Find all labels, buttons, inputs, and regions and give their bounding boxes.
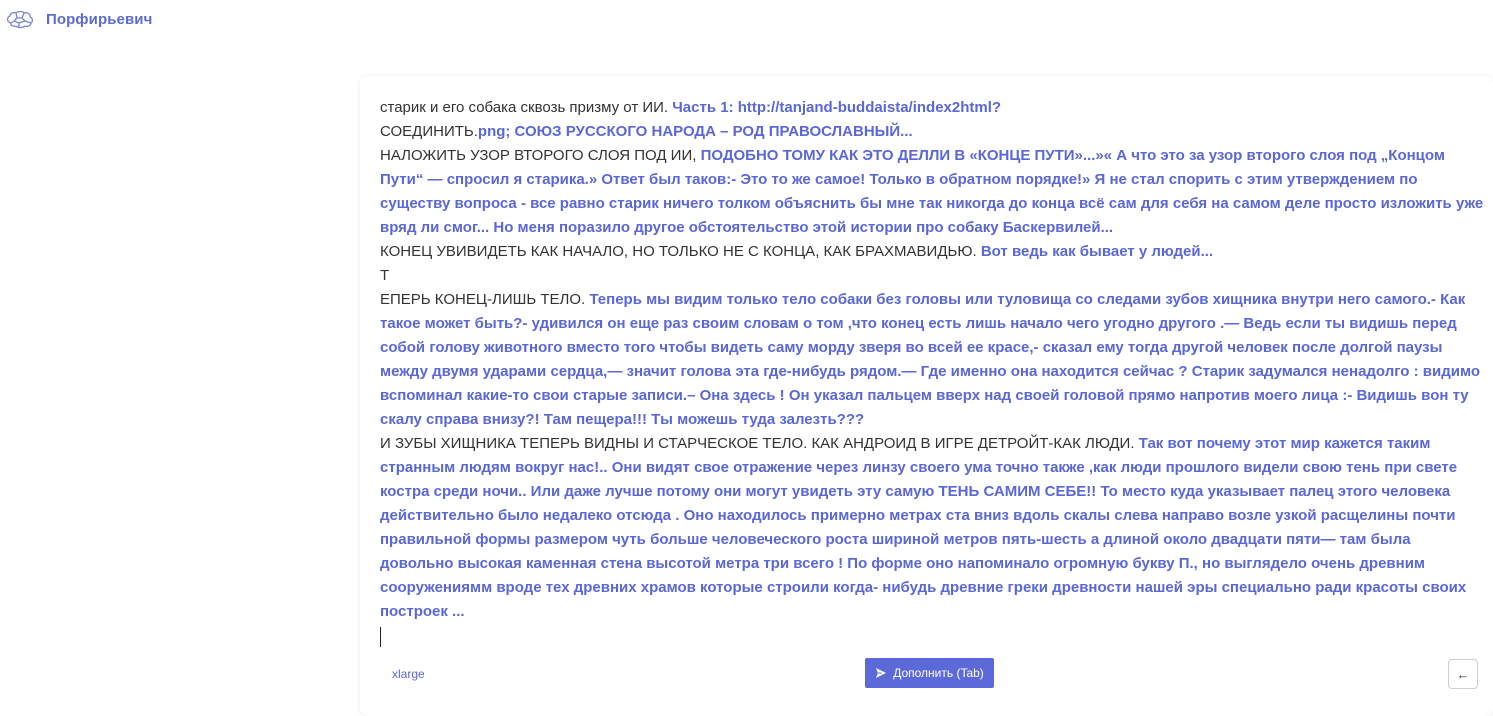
generated-text: png; СОЮЗ РУССКОГО НАРОДА – РОД ПРАВОСЛА… xyxy=(477,123,913,140)
editor-line: НАЛОЖИТЬ УЗОР ВТОРОГО СЛОЯ ПОД ИИ, ПОДОБ… xyxy=(380,144,1484,240)
user-text: ЕПЕРЬ КОНЕЦ-ЛИШЬ ТЕЛО. xyxy=(380,291,590,308)
model-size-label[interactable]: xlarge xyxy=(392,667,425,681)
editor-line: КОНЕЦ УВИВИДЕТЬ КАК НАЧАЛО, НО ТОЛЬКО НЕ… xyxy=(380,240,1484,264)
caret-line xyxy=(380,624,1484,648)
arrow-left-icon: ← xyxy=(1456,666,1470,682)
editor-line: СОЕДИНИТЬ.png; СОЮЗ РУССКОГО НАРОДА – РО… xyxy=(380,120,1484,144)
user-text: СОЕДИНИТЬ. xyxy=(380,123,478,140)
editor-line: ЕПЕРЬ КОНЕЦ-ЛИШЬ ТЕЛО. Теперь мы видим т… xyxy=(380,288,1484,432)
complete-button[interactable]: Дополнить (Tab) xyxy=(865,658,994,688)
user-text: старик и его собака сквозь призму от ИИ. xyxy=(380,99,673,116)
text-editor[interactable]: старик и его собака сквозь призму от ИИ.… xyxy=(380,96,1484,648)
complete-button-label: Дополнить (Tab) xyxy=(893,666,984,680)
user-text: Т xyxy=(380,267,390,284)
back-button[interactable]: ← xyxy=(1448,659,1478,689)
editor-footer: xlarge Дополнить (Tab) ← xyxy=(360,656,1493,696)
editor-card: старик и его собака сквозь призму от ИИ.… xyxy=(360,76,1493,716)
generated-text: Вот ведь как бывает у людей... xyxy=(980,243,1214,260)
generated-text: Так вот почему этот мир кажется таким ст… xyxy=(380,435,1467,620)
editor-line: старик и его собака сквозь призму от ИИ.… xyxy=(380,96,1484,120)
generated-text: Часть 1: http://tanjand-buddaista/index2… xyxy=(672,99,1002,116)
editor-line: Т xyxy=(380,264,1484,288)
app-title[interactable]: Порфирьевич xyxy=(46,11,152,28)
app-header: Порфирьевич xyxy=(0,0,1493,40)
text-caret xyxy=(380,627,381,648)
user-text: НАЛОЖИТЬ УЗОР ВТОРОГО СЛОЯ ПОД ИИ, xyxy=(380,147,701,164)
user-text: КОНЕЦ УВИВИДЕТЬ КАК НАЧАЛО, НО ТОЛЬКО НЕ… xyxy=(380,243,981,260)
user-text: И ЗУБЫ ХИЩНИКА ТЕПЕРЬ ВИДНЫ И СТАРЧЕСКОЕ… xyxy=(380,435,1139,452)
generated-text: Теперь мы видим только тело собаки без г… xyxy=(380,291,1481,428)
brain-icon[interactable] xyxy=(5,9,35,31)
editor-line: И ЗУБЫ ХИЩНИКА ТЕПЕРЬ ВИДНЫ И СТАРЧЕСКОЕ… xyxy=(380,432,1484,624)
send-icon xyxy=(876,668,887,678)
